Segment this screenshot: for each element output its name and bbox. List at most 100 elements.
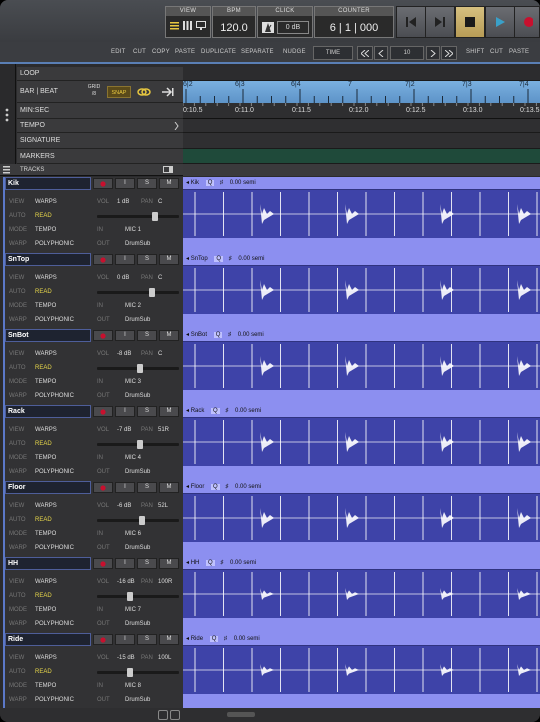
auto-value[interactable]: READ <box>35 517 52 523</box>
input-value[interactable]: MIC 1 <box>125 227 141 233</box>
pitch-value[interactable]: 0.00 semi <box>230 180 256 186</box>
track-header[interactable]: SnBot I S M VIEW WARPS AUTO READ MODE TE… <box>3 329 183 405</box>
vol-value[interactable]: 1 dB <box>117 199 129 205</box>
tempo-ruler[interactable] <box>183 119 540 133</box>
track-lane[interactable]: ◂ SnBot Q ♯ 0.00 semi <box>183 329 540 405</box>
signature-ruler[interactable] <box>183 133 540 149</box>
link-icon[interactable] <box>137 86 151 98</box>
clip-header[interactable]: ◂ SnBot Q ♯ 0.00 semi <box>183 329 540 342</box>
track-lane[interactable]: ◂ SnTop Q ♯ 0.00 semi <box>183 253 540 329</box>
volume-fader[interactable] <box>97 516 179 525</box>
quantize-button[interactable]: Q <box>209 636 219 642</box>
waveform[interactable] <box>183 418 540 466</box>
clip-header[interactable]: ◂ Floor Q ♯ 0.00 semi <box>183 481 540 494</box>
volume-fader[interactable] <box>97 364 179 373</box>
play-button[interactable] <box>485 6 515 38</box>
volume-fader[interactable] <box>97 440 179 449</box>
waveform[interactable] <box>183 342 540 390</box>
horizontal-scrollbar-thumb[interactable] <box>227 712 255 717</box>
record-arm-button[interactable] <box>93 178 113 189</box>
fader-knob[interactable] <box>152 212 158 221</box>
arrow-right-icon[interactable] <box>162 87 174 97</box>
stop-button[interactable] <box>455 6 485 38</box>
quantize-button[interactable]: Q <box>214 256 224 262</box>
track-name[interactable]: Kik <box>5 177 91 190</box>
bar-beat-ruler-label[interactable]: BAR | BEAT GRID/8 SNAP <box>17 81 183 103</box>
input-value[interactable]: MIC 4 <box>125 455 141 461</box>
waveform[interactable] <box>183 190 540 238</box>
metronome-icon[interactable] <box>262 22 274 33</box>
pitch-value[interactable]: 0.00 semi <box>234 636 260 642</box>
auto-value[interactable]: READ <box>35 213 52 219</box>
view-box[interactable]: VIEW <box>165 6 211 38</box>
auto-value[interactable]: READ <box>35 441 52 447</box>
input-monitor-button[interactable]: I <box>115 634 135 645</box>
track-header[interactable]: SnTop I S M VIEW WARPS AUTO READ MODE TE… <box>3 253 183 329</box>
track-name[interactable]: Ride <box>5 633 91 646</box>
view-lines-icon[interactable] <box>183 21 192 30</box>
vol-value[interactable]: -8 dB <box>117 351 131 357</box>
track-header[interactable]: Kik I S M VIEW WARPS AUTO READ MODE TEMP… <box>3 177 183 253</box>
view-value[interactable]: WARPS <box>35 199 57 205</box>
markers-ruler-label[interactable]: MARKERS <box>17 149 183 164</box>
snap-toggle[interactable]: SNAP <box>107 86 131 98</box>
input-value[interactable]: MIC 8 <box>125 683 141 689</box>
auto-value[interactable]: READ <box>35 593 52 599</box>
waveform[interactable] <box>183 570 540 618</box>
signature-ruler-label[interactable]: SIGNATURE <box>17 133 183 149</box>
fader-knob[interactable] <box>137 440 143 449</box>
warp-value[interactable]: POLYPHONIC <box>35 241 74 247</box>
mode-value[interactable]: TEMPO <box>35 227 56 233</box>
view-value[interactable]: WARPS <box>35 427 57 433</box>
fader-knob[interactable] <box>139 516 145 525</box>
solo-button[interactable]: S <box>137 558 157 569</box>
shift-cut-button[interactable]: CUT <box>490 49 503 55</box>
fader-knob[interactable] <box>149 288 155 297</box>
nudge-double-right-button[interactable] <box>441 46 457 60</box>
pan-value[interactable]: 51R <box>158 427 169 433</box>
warp-value[interactable]: POLYPHONIC <box>35 545 74 551</box>
pitch-icon[interactable]: ♯ <box>224 636 227 642</box>
input-monitor-button[interactable]: I <box>115 482 135 493</box>
vol-value[interactable]: -16 dB <box>117 579 135 585</box>
rewind-button[interactable] <box>396 6 426 38</box>
solo-button[interactable]: S <box>137 330 157 341</box>
track-lane[interactable]: ◂ Kik Q ♯ 0.00 semi <box>183 177 540 253</box>
mode-value[interactable]: TEMPO <box>35 379 56 385</box>
track-lane[interactable]: ◂ HH Q ♯ 0.00 semi <box>183 557 540 633</box>
cut-button[interactable]: CUT <box>133 49 146 55</box>
clip-header[interactable]: ◂ Rack Q ♯ 0.00 semi <box>183 405 540 418</box>
warp-value[interactable]: POLYPHONIC <box>35 393 74 399</box>
track-header[interactable]: HH I S M VIEW WARPS AUTO READ MODE TEMPO… <box>3 557 183 633</box>
loop-ruler-label[interactable]: LOOP <box>17 67 183 81</box>
pitch-icon[interactable]: ♯ <box>229 256 232 262</box>
view-value[interactable]: WARPS <box>35 503 57 509</box>
vol-value[interactable]: -6 dB <box>117 503 131 509</box>
pitch-value[interactable]: 0.00 semi <box>235 484 261 490</box>
volume-fader[interactable] <box>97 288 179 297</box>
counter-box[interactable]: COUNTER 6 | 1 | 000 <box>314 6 394 38</box>
quantize-button[interactable]: Q <box>211 408 220 414</box>
quantize-button[interactable]: Q <box>206 560 215 566</box>
mode-value[interactable]: TEMPO <box>35 455 56 461</box>
separate-button[interactable]: SEPARATE <box>241 49 274 55</box>
output-value[interactable]: DrumSub <box>125 241 150 247</box>
mode-value[interactable]: TEMPO <box>35 607 56 613</box>
view-value[interactable]: WARPS <box>35 655 57 661</box>
mute-button[interactable]: M <box>159 330 179 341</box>
vol-value[interactable]: 0 dB <box>117 275 129 281</box>
pitch-value[interactable]: 0.00 semi <box>238 332 264 338</box>
track-name[interactable]: Rack <box>5 405 91 418</box>
nudge-mode-select[interactable]: TIME <box>313 46 353 60</box>
record-arm-button[interactable] <box>93 330 113 341</box>
click-volume[interactable]: 0 dB <box>277 21 309 34</box>
dots-icon[interactable] <box>5 108 9 122</box>
auto-value[interactable]: READ <box>35 365 52 371</box>
pitch-icon[interactable]: ♯ <box>220 560 223 566</box>
track-lane[interactable]: ◂ Rack Q ♯ 0.00 semi <box>183 405 540 481</box>
track-name[interactable]: SnBot <box>5 329 91 342</box>
view-value[interactable]: WARPS <box>35 351 57 357</box>
chevron-right-icon[interactable] <box>174 122 179 130</box>
tracks-view-icon[interactable] <box>163 166 173 173</box>
output-value[interactable]: DrumSub <box>125 469 150 475</box>
